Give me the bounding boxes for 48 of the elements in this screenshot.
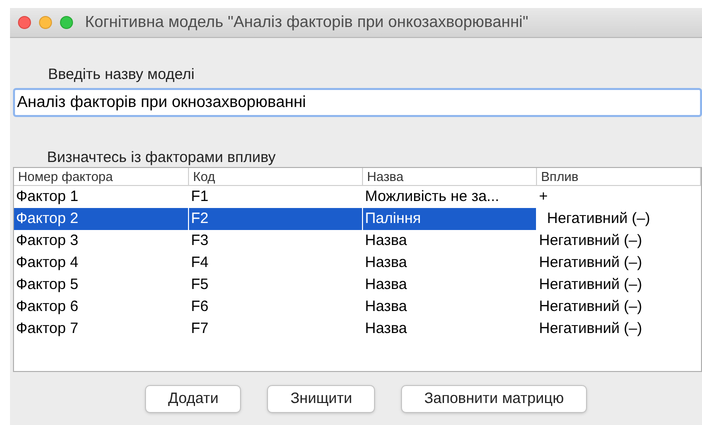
table-cell-text: F5: [190, 275, 210, 295]
table-label: Визначтесь із факторами впливу: [47, 149, 276, 166]
table-cell-text: Негативний (–): [538, 253, 644, 273]
column-header[interactable]: Код: [189, 168, 363, 185]
model-name-field[interactable]: Аналіз факторів при окнозахворюванні: [13, 88, 702, 117]
table-cell-text: F7: [190, 319, 210, 339]
table-cell-text: F4: [190, 253, 210, 273]
table-cell-text: Фактор 7: [15, 319, 80, 339]
action-button[interactable]: Знищити: [267, 385, 376, 413]
table-cell-text: Назва: [364, 253, 408, 273]
table-row[interactable]: Фактор 3 F3 Назва Негативний (–): [14, 230, 701, 252]
table-row[interactable]: Фактор 6 F6 Назва Негативний (–): [14, 296, 701, 318]
table-cell-text: Негативний (–): [538, 297, 644, 317]
column-header[interactable]: Вплив: [537, 168, 701, 185]
maximize-icon[interactable]: [60, 16, 73, 29]
table-cell: Фактор 2: [14, 208, 189, 230]
action-button[interactable]: Додати: [145, 385, 242, 413]
table-row[interactable]: Фактор 7 F7 Назва Негативний (–): [14, 318, 701, 340]
table-cell-text: Можливість не за...: [364, 187, 500, 207]
table-cell-text: Фактор 5: [15, 275, 80, 295]
column-header[interactable]: Номер фактора: [14, 168, 189, 185]
minimize-icon[interactable]: [39, 16, 52, 29]
table-cell-text: F3: [190, 231, 210, 251]
table-row[interactable]: Фактор 2 F2 Паління Негативний (–): [14, 208, 701, 230]
impact-dropdown[interactable]: Негативний (–): [537, 208, 701, 230]
close-icon[interactable]: [18, 16, 31, 29]
table-cell: F2: [189, 208, 363, 230]
table-row[interactable]: Фактор 5 F5 Назва Негативний (–): [14, 274, 701, 296]
table-cell-text: Фактор 6: [15, 297, 80, 317]
table-cell-text: Негативний (–): [538, 319, 644, 339]
action-button[interactable]: Заповнити матрицю: [401, 385, 587, 413]
table-cell-text: F6: [190, 297, 210, 317]
table-cell-text: F1: [190, 187, 210, 207]
table-cell-text: Негативний (–): [538, 275, 644, 295]
table-cell-text: Фактор 1: [15, 187, 80, 207]
table-row[interactable]: Фактор 4 F4 Назва Негативний (–): [14, 252, 701, 274]
table-row[interactable]: Фактор 1 F1 Можливість не за... +: [14, 186, 701, 208]
field-label: Введіть назву моделі: [48, 66, 194, 83]
table-cell-text: Фактор 3: [15, 231, 80, 251]
window-title: Когнітивна модель "Аналіз факторів при онкозахворюванні": [85, 12, 528, 32]
table-cell-text: Назва: [364, 297, 408, 317]
table-cell-text: Назва: [364, 319, 408, 339]
table-cell-text: Назва: [364, 275, 408, 295]
table-cell-text: Негативний (–): [538, 231, 644, 251]
table-cell-text: +: [538, 187, 549, 207]
table-cell-text: Назва: [364, 231, 408, 251]
table-cell-text: Фактор 4: [15, 253, 80, 273]
column-header[interactable]: Назва: [363, 168, 537, 185]
